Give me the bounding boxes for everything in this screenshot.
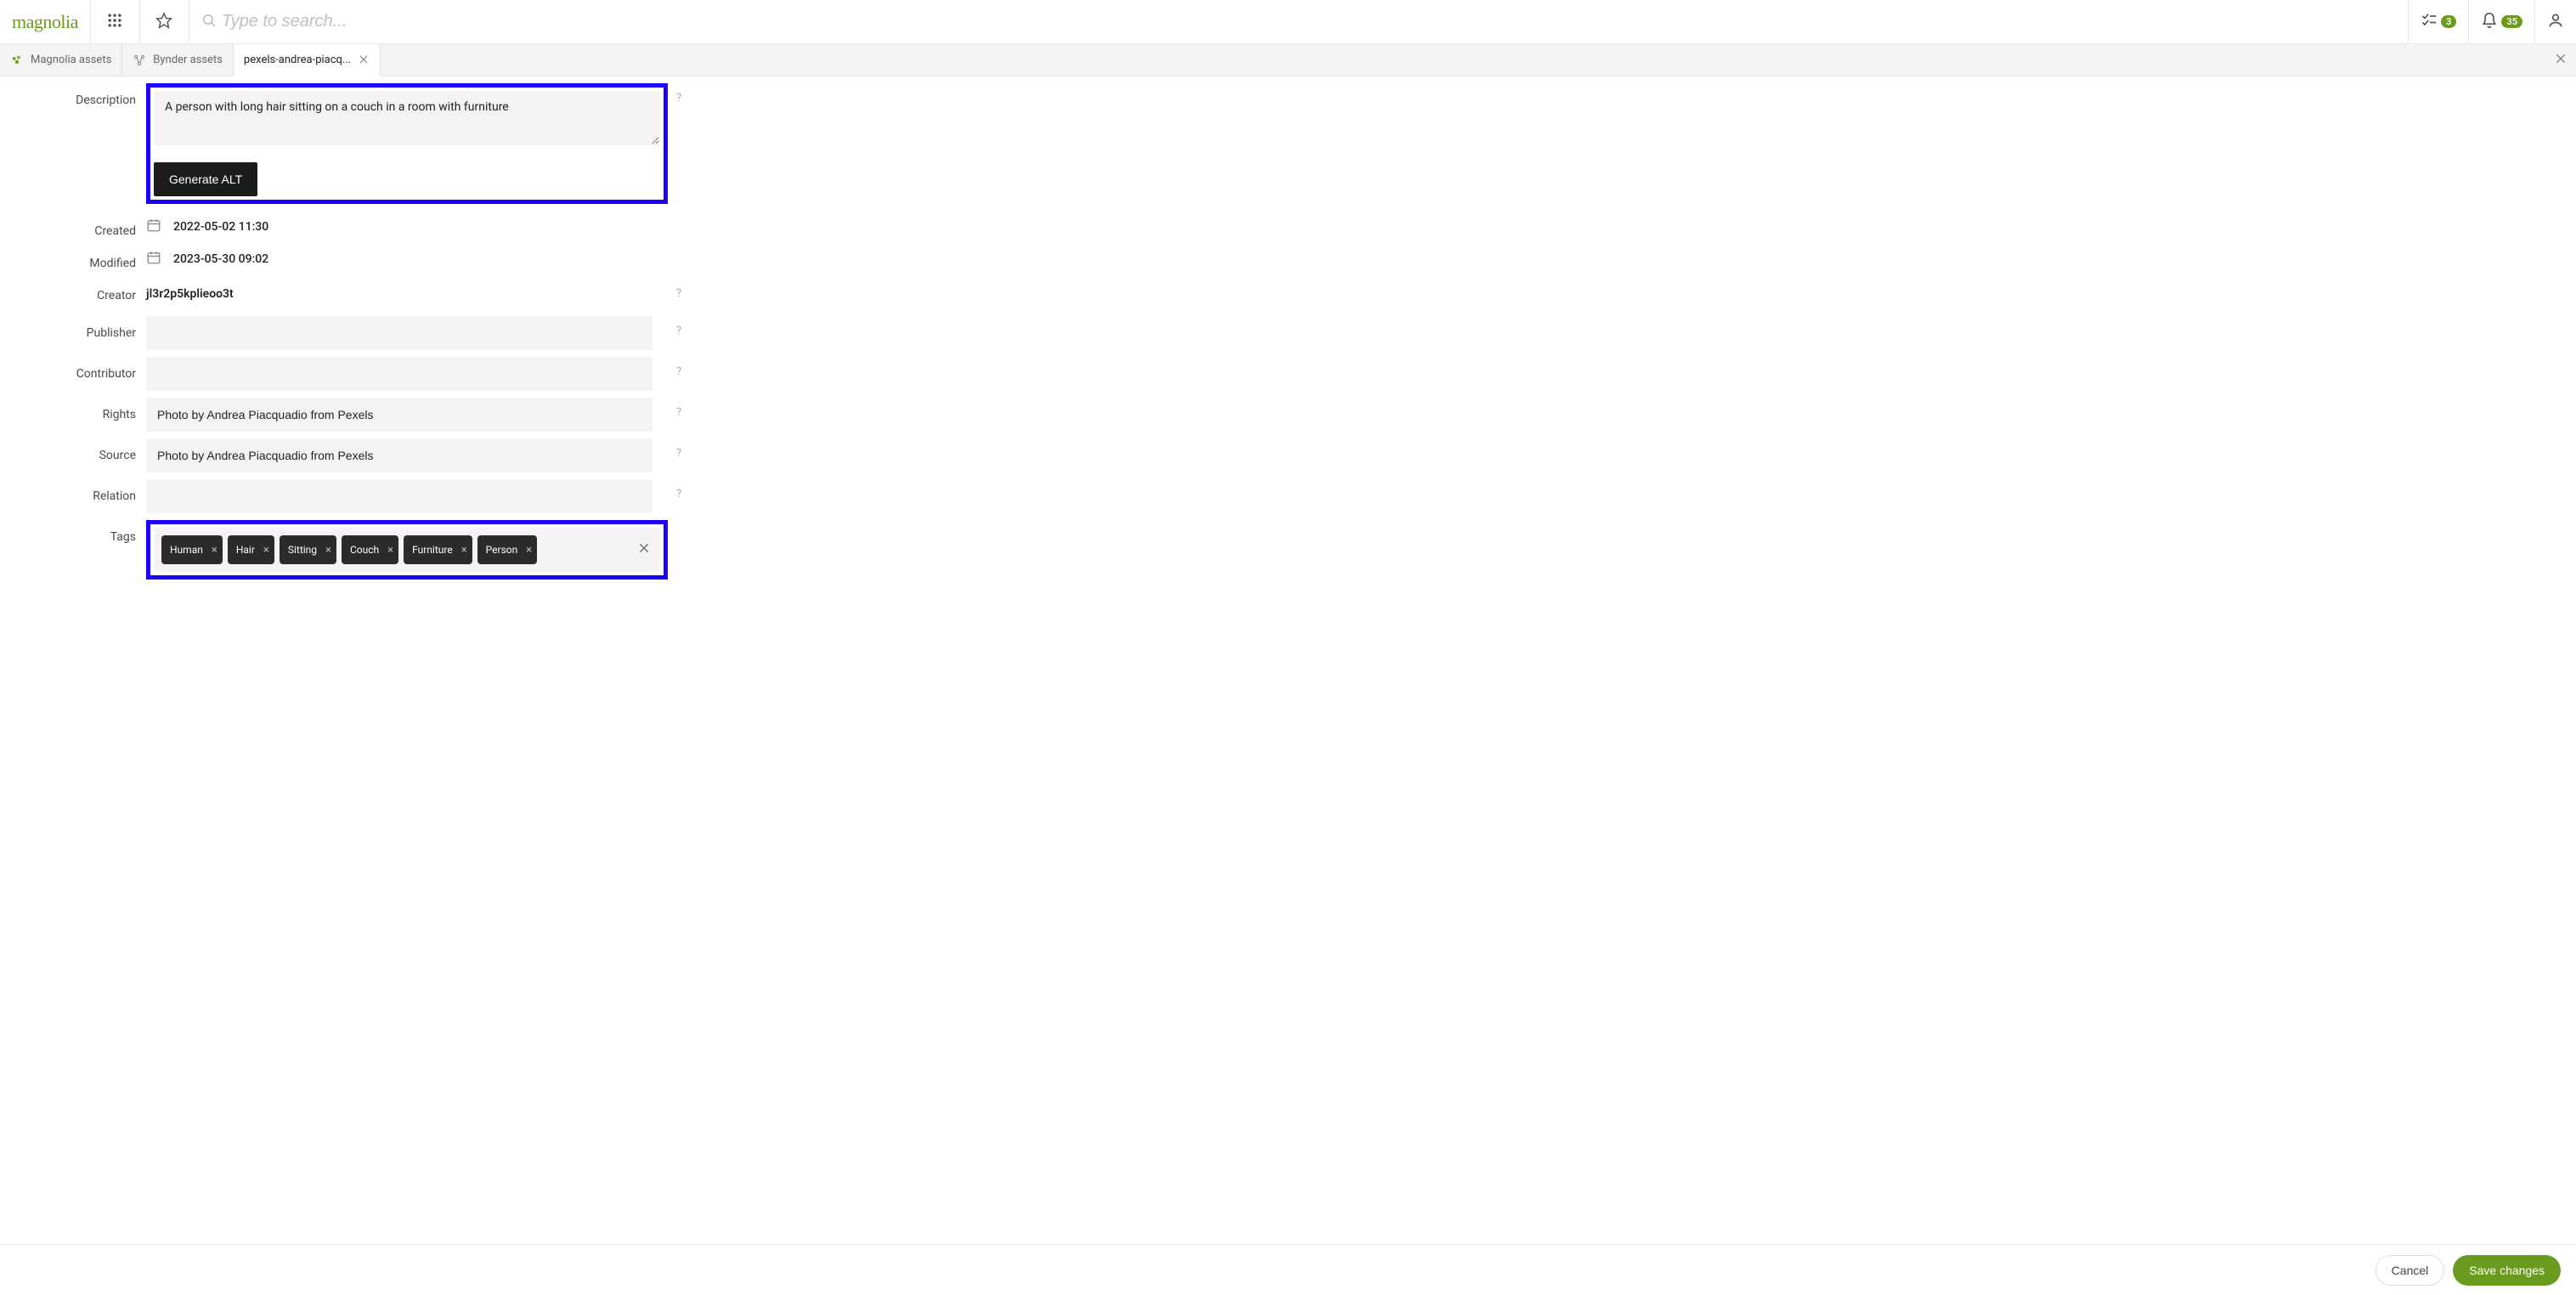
help-publisher[interactable]: ? [668,316,688,337]
tag-label: Person [486,544,518,556]
publisher-input[interactable] [146,316,652,350]
rights-label: Rights [0,398,146,421]
highlight-tags: Human×Hair×Sitting×Couch×Furniture×Perso… [146,520,668,580]
tasks-button[interactable]: 3 [2408,0,2468,43]
tag-label: Furniture [412,544,453,556]
generate-alt-button[interactable]: Generate ALT [154,162,257,196]
tag: Furniture × [404,535,472,564]
search-icon [196,13,222,31]
relation-input[interactable] [146,479,652,513]
close-all-button[interactable] [2554,52,2568,69]
tab-bar: Magnolia assets Bynder assets pexels-and… [0,44,2576,76]
calendar-icon [146,218,161,236]
source-input[interactable] [146,438,652,472]
description-textarea[interactable] [154,91,660,145]
tab-label: Bynder assets [153,54,223,66]
tag: Hair × [228,535,274,564]
nodes-icon [133,54,146,67]
modified-label: Modified [0,246,146,270]
remove-tag-button[interactable]: × [526,544,532,557]
app-launcher-button[interactable] [91,0,140,43]
cancel-button[interactable]: Cancel [2375,1255,2445,1286]
help-creator[interactable]: ? [668,279,688,300]
logo-text: magnolia [12,11,78,33]
asset-form: Description Generate ALT ? Created 2022-… [0,76,688,608]
tag-label: Sitting [288,544,317,556]
highlight-description: Generate ALT [146,83,668,204]
tag-label: Hair [236,544,255,556]
tab-label: pexels-andrea-piacq... [244,54,351,66]
tab-magnolia-assets[interactable]: Magnolia assets [0,44,122,76]
calendar-icon [146,250,161,269]
save-changes-button[interactable]: Save changes [2453,1255,2561,1286]
app-header: magnolia 3 35 [0,0,2576,44]
tag: Sitting × [280,535,336,564]
user-icon [2547,12,2564,32]
bell-icon [2481,12,2498,32]
modified-value: 2023-05-30 09:02 [173,252,268,266]
source-label: Source [0,438,146,462]
form-footer: Cancel Save changes [0,1244,2576,1295]
tag: Person × [477,535,538,564]
tags-label: Tags [0,520,146,544]
tag: Couch × [342,535,398,564]
tab-close-button[interactable] [358,54,370,65]
relation-label: Relation [0,479,146,503]
created-label: Created [0,214,146,238]
help-description[interactable]: ? [668,83,688,105]
remove-tag-button[interactable]: × [325,544,331,557]
notifications-badge: 35 [2501,15,2522,28]
logo[interactable]: magnolia [0,0,91,43]
grid-icon [106,12,123,32]
remove-tag-button[interactable]: × [212,544,217,557]
tags-field[interactable]: Human×Hair×Sitting×Couch×Furniture×Perso… [154,528,660,572]
contributor-input[interactable] [146,357,652,391]
help-contributor[interactable]: ? [668,357,688,378]
remove-tag-button[interactable]: × [263,544,269,557]
rights-input[interactable] [146,398,652,432]
checklist-icon [2421,12,2438,32]
remove-tag-button[interactable]: × [387,544,393,557]
help-relation[interactable]: ? [668,479,688,500]
search-input[interactable] [222,12,2401,31]
tab-label: Magnolia assets [31,54,111,66]
star-icon [155,12,172,32]
tag-label: Couch [350,544,379,556]
tab-bynder-assets[interactable]: Bynder assets [122,44,234,76]
help-source[interactable]: ? [668,438,688,460]
favorites-button[interactable] [140,0,189,43]
assets-icon [10,54,24,67]
tag: Human × [161,535,223,564]
publisher-label: Publisher [0,316,146,340]
creator-label: Creator [0,279,146,303]
created-value: 2022-05-02 11:30 [173,220,268,234]
tasks-badge: 3 [2441,15,2456,28]
help-rights[interactable]: ? [668,398,688,419]
creator-value: jl3r2p5kplieoo3t [146,279,668,309]
notifications-button[interactable]: 35 [2468,0,2534,43]
clear-tags-button[interactable] [637,541,651,558]
remove-tag-button[interactable]: × [461,544,467,557]
global-search[interactable] [189,0,2408,43]
description-label: Description [0,83,146,107]
contributor-label: Contributor [0,357,146,381]
user-menu-button[interactable] [2534,0,2576,43]
tag-label: Human [170,544,203,556]
tab-active-asset[interactable]: pexels-andrea-piacq... [234,44,381,76]
main-content: Description Generate ALT ? Created 2022-… [0,76,2576,1244]
